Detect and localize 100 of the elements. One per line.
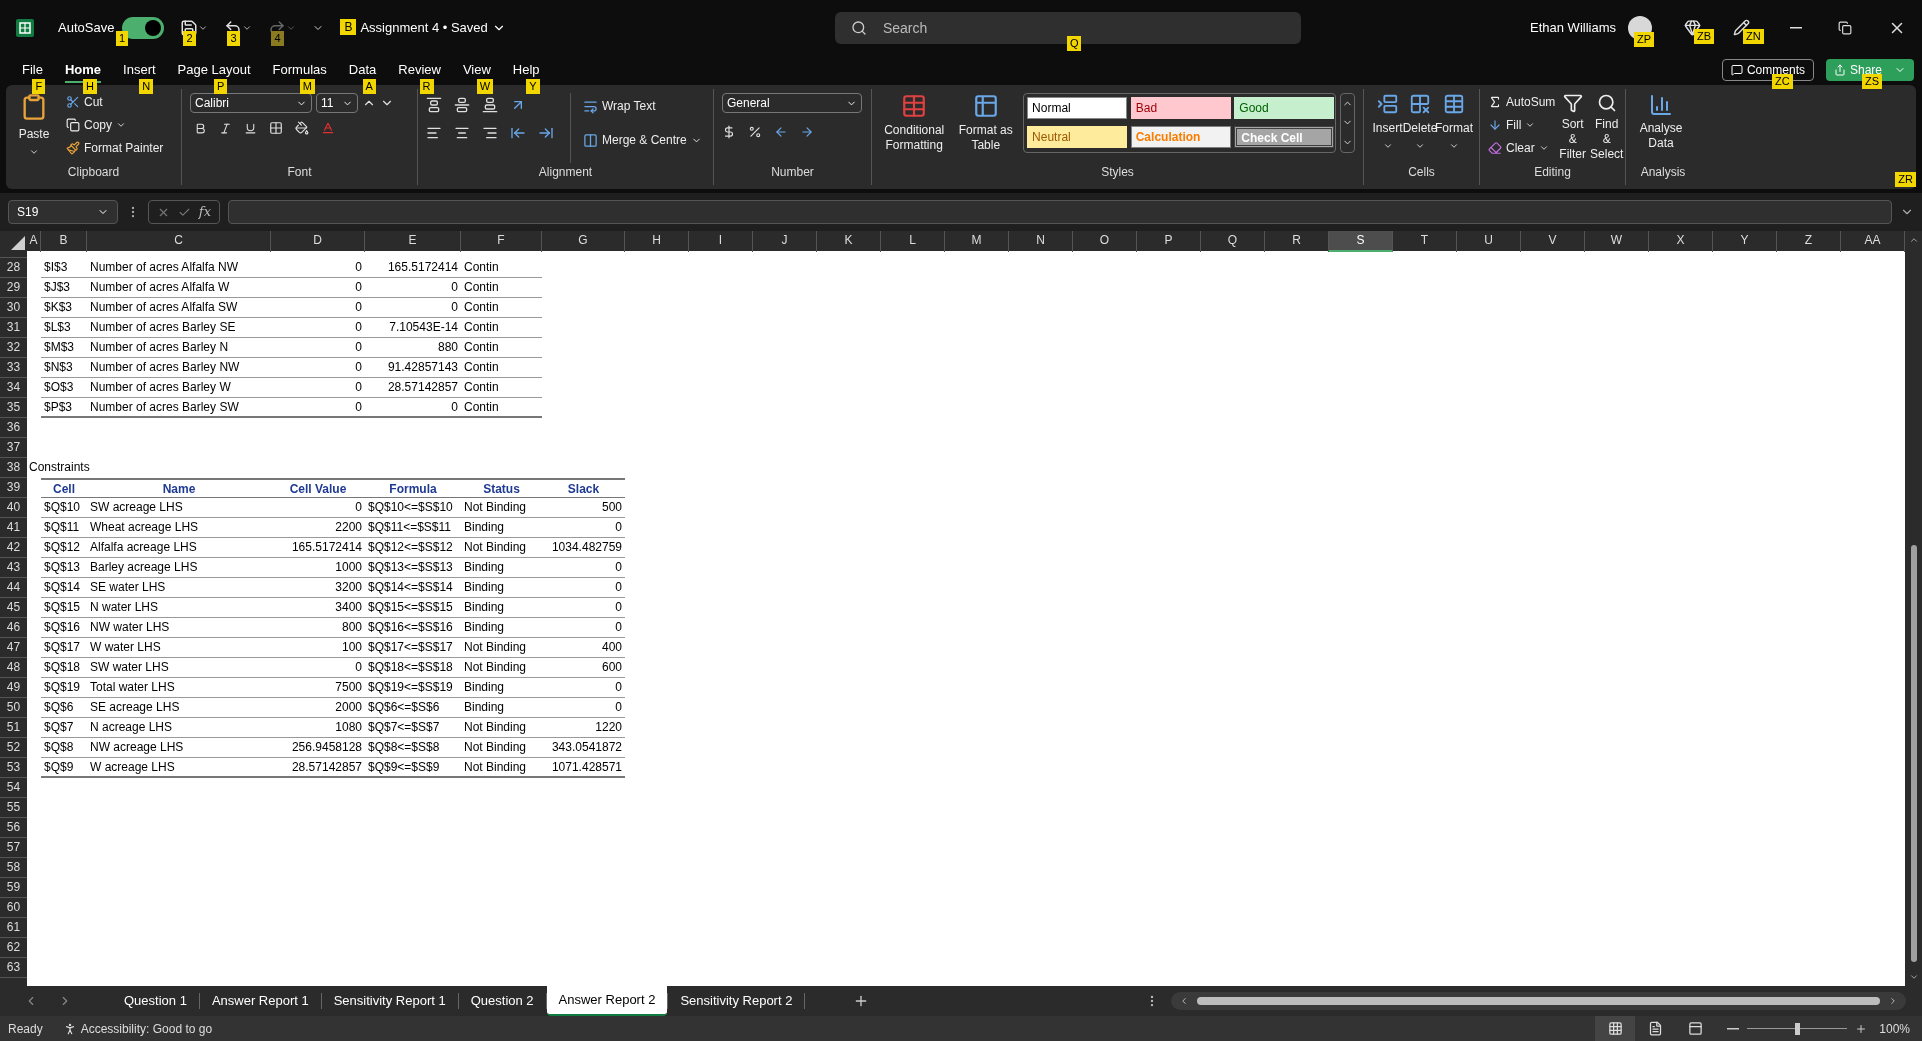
select-all-icon[interactable] (11, 236, 25, 250)
table-cell: 100 (271, 638, 365, 658)
copy-button[interactable]: Copy (66, 116, 164, 134)
column-letter[interactable]: S (1329, 231, 1393, 252)
restore-icon (1838, 20, 1852, 35)
column-letter[interactable]: F (461, 231, 542, 252)
table-cell: Number of acres Barley NW (87, 358, 271, 378)
column-letter[interactable]: N (1009, 231, 1073, 252)
column-letter[interactable]: D (271, 231, 365, 252)
font-family-dropdown[interactable]: Calibri (190, 93, 312, 113)
table-cell: 165.5172414 (271, 538, 365, 558)
sheet-tab[interactable]: Question 1 (112, 986, 199, 1016)
table-cell: $O$3 (41, 378, 87, 398)
column-letter[interactable]: M (945, 231, 1009, 252)
zoom-slider-thumb[interactable] (1795, 1022, 1801, 1035)
view-button[interactable] (1595, 1016, 1636, 1041)
underline-icon (244, 121, 257, 135)
keytip-badge: A (362, 78, 376, 94)
table-cell: 0 (542, 678, 625, 698)
column-letter[interactable]: K (817, 231, 881, 252)
row-number: 41 (0, 518, 27, 538)
font-size-dropdown[interactable]: 11 (316, 93, 358, 113)
format-cells-button[interactable]: Format (1437, 93, 1471, 163)
table-cell: Number of acres Alfalfa SW (87, 298, 271, 318)
column-letter[interactable]: B (41, 231, 87, 252)
keytip-badge: P (214, 78, 228, 94)
document-title[interactable]: Assignment 4 • Saved (360, 17, 506, 38)
find-select-button[interactable]: Find & Select (1590, 93, 1624, 163)
analyse-data-button[interactable]: Analyse Data (1634, 93, 1688, 163)
decrease-decimal-icon (800, 125, 814, 139)
table-cell: $Q$14 (41, 578, 87, 598)
caret-icon (1908, 972, 1919, 982)
eraser-icon (1488, 141, 1502, 155)
delete-cells-button[interactable]: Delete (1403, 93, 1437, 163)
group-label: Cells (1407, 164, 1436, 181)
column-letter[interactable]: E (365, 231, 461, 252)
comment-icon (1730, 64, 1743, 76)
column-letter[interactable]: G (542, 231, 625, 252)
column-letter[interactable]: L (881, 231, 945, 252)
cut-button[interactable]: Cut (66, 93, 164, 111)
column-letter[interactable]: W (1585, 231, 1649, 252)
cell-style-swatch[interactable]: Normal (1027, 97, 1128, 119)
column-letter[interactable]: J (753, 231, 817, 252)
table-cell: Not Binding (461, 638, 542, 658)
column-letter[interactable]: Y (1713, 231, 1777, 252)
horizontal-scrollbar[interactable] (1171, 992, 1906, 1010)
number-format-dropdown[interactable]: General (722, 93, 862, 113)
sheet-tab[interactable]: Sensitivity Report 2 (668, 986, 805, 1016)
row-number: 60 (0, 898, 27, 918)
column-header: Cell (41, 478, 87, 498)
wrap-text-button[interactable]: Wrap Text (583, 97, 702, 115)
column-letter[interactable]: A (27, 231, 41, 252)
column-letter[interactable]: X (1649, 231, 1713, 252)
format-as-table-button[interactable]: Format as Table (956, 93, 1016, 163)
column-letter[interactable]: V (1521, 231, 1585, 252)
accessibility-status[interactable]: Accessibility: Good to go (80, 1019, 213, 1038)
align-middle-icon (454, 97, 470, 113)
column-letter[interactable]: Q (1201, 231, 1265, 252)
sort-filter-button[interactable]: Sort & Filter (1559, 93, 1587, 163)
column-letter[interactable]: U (1457, 231, 1521, 252)
sheet-tab[interactable]: Question 2 (458, 986, 546, 1016)
merge-centre-button[interactable]: Merge & Centre (583, 131, 702, 149)
zoom-in-icon (1855, 1022, 1868, 1035)
formula-input[interactable] (228, 200, 1892, 224)
sheet-tab[interactable]: Sensitivity Report 1 (321, 986, 458, 1016)
table-cell: Total water LHS (87, 678, 271, 698)
align-bottom-icon (482, 97, 498, 113)
column-letter[interactable]: C (87, 231, 271, 252)
clear-button[interactable]: Clear (1488, 139, 1556, 157)
vertical-scrollbar[interactable] (1905, 231, 1922, 986)
column-letter[interactable]: P (1137, 231, 1201, 252)
row-number: 47 (0, 638, 27, 658)
zoom-level: 100% (1879, 1020, 1910, 1038)
sheet-tab[interactable]: Answer Report 1 (199, 986, 321, 1016)
paste-button[interactable]: Paste (14, 93, 54, 163)
insert-function-button[interactable]: fx (198, 202, 211, 222)
cell-style-swatch[interactable]: Bad (1130, 97, 1231, 119)
table-cell: 0 (542, 598, 625, 618)
fill-button[interactable]: Fill (1488, 116, 1556, 134)
insert-cells-button[interactable]: Insert (1372, 93, 1403, 163)
row-number: 33 (0, 358, 27, 378)
column-letter[interactable]: Z (1777, 231, 1841, 252)
column-letter[interactable]: O (1073, 231, 1137, 252)
cell-style-swatch[interactable]: Good (1234, 97, 1335, 119)
search-icon (1596, 93, 1617, 113)
autosum-button[interactable]: AutoSum (1488, 93, 1556, 111)
column-letter[interactable]: H (625, 231, 689, 252)
sheet-tab[interactable]: Answer Report 2 (546, 986, 668, 1016)
column-letter[interactable]: I (689, 231, 753, 252)
name-box[interactable]: S19 (8, 200, 118, 224)
table-cell: 0 (365, 278, 461, 298)
cell-style-swatch[interactable]: Neutral (1027, 126, 1128, 148)
row-number: 63 (0, 958, 27, 978)
format-painter-button[interactable]: Format Painter (66, 139, 164, 157)
table-cell: 165.5172414 (365, 258, 461, 278)
conditional-formatting-button[interactable]: Conditional Formatting (880, 93, 949, 163)
table-cell: $Q$11<=$S$11 (365, 518, 461, 538)
table-cell: Contin (461, 258, 542, 278)
column-letter[interactable]: T (1393, 231, 1457, 252)
autosave-label: AutoSave (58, 18, 115, 37)
